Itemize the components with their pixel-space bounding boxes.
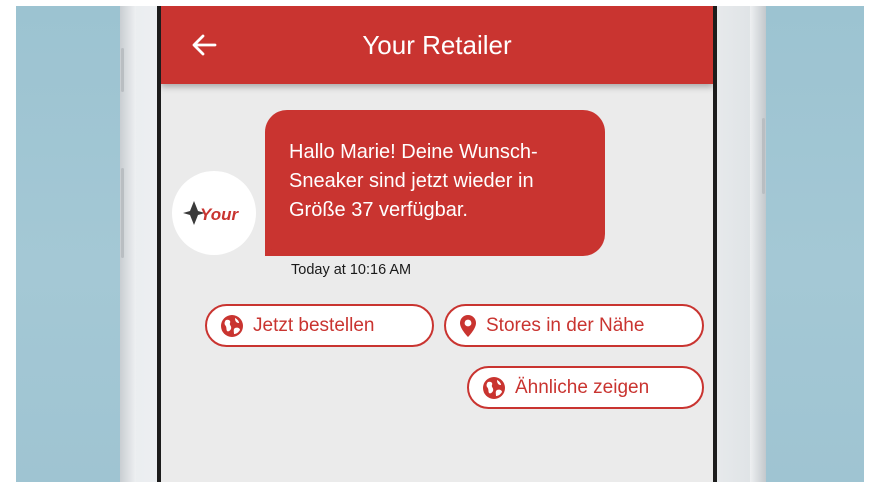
message-line: Sneaker sind jetzt wieder in [289, 170, 534, 192]
avatar: Your [172, 171, 256, 255]
phone-side-button [121, 168, 124, 258]
quick-reply-label: Stores in der Nähe [486, 314, 645, 336]
quick-reply-aehnliche-zeigen[interactable]: Ähnliche zeigen [467, 366, 704, 409]
quick-reply-label: Ähnliche zeigen [515, 376, 650, 398]
phone-side-button [762, 118, 765, 194]
app-bar: Your Retailer [161, 6, 713, 84]
quick-reply-jetzt-bestellen[interactable]: Jetzt bestellen [205, 304, 434, 347]
globe-icon [483, 376, 505, 399]
chat-screen: Your Retailer Your Hallo Marie! Deine Wu… [161, 6, 713, 482]
logo-text: Your [200, 205, 239, 224]
message-bubble: Hallo Marie! Deine Wunsch- Sneaker sind … [265, 110, 605, 256]
phone-edge-right [750, 6, 766, 482]
globe-icon [221, 314, 243, 337]
quick-reply-stores-in-der-naehe[interactable]: Stores in der Nähe [444, 304, 704, 347]
phone-side-button [121, 48, 124, 92]
page-title: Your Retailer [362, 30, 512, 60]
retailer-logo: Your [183, 201, 239, 225]
quick-reply-label: Jetzt bestellen [253, 314, 375, 336]
map-pin-icon [460, 314, 476, 337]
message-line: Hallo Marie! Deine Wunsch- [289, 141, 538, 163]
message-timestamp: Today at 10:16 AM [291, 262, 412, 278]
message-line: Größe 37 verfügbar. [289, 199, 468, 221]
